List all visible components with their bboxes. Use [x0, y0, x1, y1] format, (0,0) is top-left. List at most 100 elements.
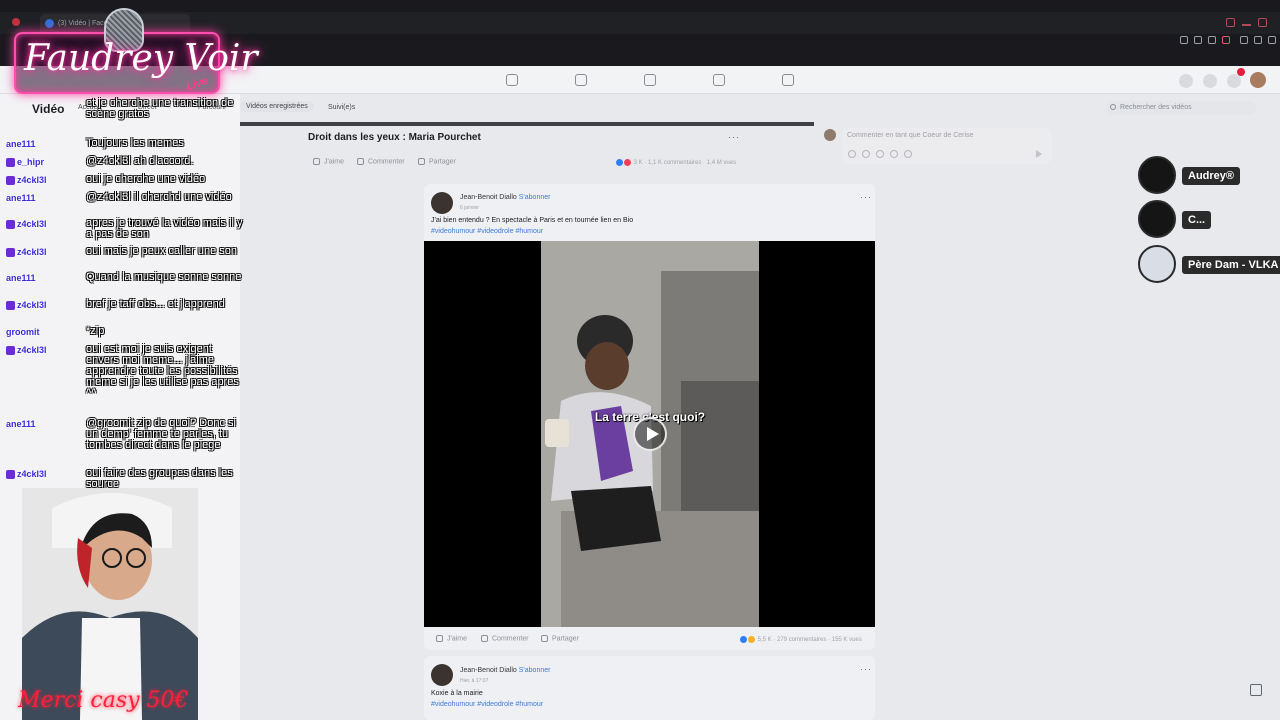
- facebook-favicon-icon: [45, 19, 54, 28]
- tab-strip: [0, 12, 1280, 34]
- minimize-icon[interactable]: [1242, 24, 1251, 26]
- subscribe-button[interactable]: S'abonner: [519, 194, 551, 201]
- chat-text: *zip: [86, 325, 105, 337]
- like-button[interactable]: J'aime: [436, 635, 467, 642]
- profile-avatar[interactable]: [1250, 72, 1266, 88]
- viewer-item: Audrey®: [1134, 156, 1280, 196]
- chat-message: z4ckl3l oui je cherche une vidéo: [0, 174, 250, 188]
- chat-text: @z4ckl3l ah d'accord.: [86, 155, 194, 167]
- groups-icon[interactable]: [713, 74, 725, 86]
- share-label: Partager: [429, 158, 456, 166]
- chat-text: @z4ckl3l il cherchd une vidéo: [86, 191, 232, 203]
- reaction-count: 5,5 K: [757, 637, 772, 644]
- more-options-icon[interactable]: ···: [728, 132, 740, 142]
- comment-placeholder: Commenter en tant que Coeur de Cerise: [847, 132, 974, 139]
- viewer-badge-icon: [6, 248, 15, 258]
- home-icon[interactable]: [506, 74, 518, 86]
- chat-text: Quand la musique sonne sonne: [86, 271, 242, 283]
- emoji-icon[interactable]: [862, 150, 870, 158]
- chat-username-text: z4ckl3l: [17, 300, 47, 310]
- chat-text: oui est moi je suis exigent envers moi m…: [86, 343, 239, 399]
- marketplace-icon[interactable]: [644, 74, 656, 86]
- heart-icon[interactable]: [1222, 36, 1230, 44]
- author-avatar[interactable]: [431, 664, 453, 686]
- chat-text: apres je trouvé la vidéo mais il y a pas…: [86, 217, 243, 240]
- subnav-suivis[interactable]: Suivi(e)s: [328, 104, 355, 111]
- comment-count[interactable]: 1,1 K commentaires: [648, 160, 701, 166]
- maximize-icon[interactable]: [1258, 18, 1267, 27]
- chat-message: ane111 @groomit zip de quoi? Donc si un d…: [0, 418, 250, 466]
- like-label: J'aime: [447, 635, 468, 643]
- post-more-icon[interactable]: ···: [860, 664, 872, 674]
- chat-message: e_hipr @z4ckl3l ah d'accord.: [0, 156, 250, 170]
- comment-button[interactable]: Commenter: [357, 158, 405, 165]
- play-extension-icon[interactable]: [1208, 36, 1216, 44]
- post-author[interactable]: Jean-Benoit Diallo S'abonner: [460, 667, 550, 674]
- chat-username: ane111: [6, 419, 36, 429]
- comment-count[interactable]: 279 commentaires: [777, 637, 826, 643]
- search-window-icon[interactable]: [1226, 18, 1235, 27]
- chat-text: bref je taff obs... et j'apprend: [86, 298, 225, 310]
- camera-icon[interactable]: [876, 150, 884, 158]
- chat-username-text: z4ckl3l: [17, 219, 47, 229]
- search-input[interactable]: Rechercher des vidéos: [1106, 101, 1256, 115]
- webcam-feed: [22, 488, 198, 720]
- author-name[interactable]: Jean-Benoit Diallo: [460, 194, 517, 201]
- menu-icon[interactable]: [1268, 36, 1276, 44]
- sticker-icon[interactable]: [848, 150, 856, 158]
- gaming-icon[interactable]: [782, 74, 794, 86]
- viewer-name: Père Dam - VLKA H: [1182, 256, 1280, 274]
- send-icon[interactable]: [1036, 150, 1042, 158]
- post-stats: 3 K · 1,1 K commentaires · 1,4 M vues: [616, 159, 736, 166]
- extension-icon[interactable]: [1194, 36, 1202, 44]
- video-progress-bar[interactable]: [240, 122, 814, 126]
- view-count: 155 K vues: [831, 637, 862, 644]
- subscribe-button[interactable]: S'abonner: [519, 667, 551, 674]
- viewer-avatar: [1138, 200, 1176, 238]
- play-icon[interactable]: [633, 417, 667, 451]
- chat-username-text: z4ckl3l: [17, 469, 47, 479]
- bookmark-icon[interactable]: [1240, 36, 1248, 44]
- extension-icon[interactable]: [1180, 36, 1188, 44]
- post-hashtags[interactable]: #videohumour #videodrole #humour: [431, 701, 543, 708]
- post-text: J'ai bien entendu ? En spectacle à Paris…: [431, 217, 634, 224]
- video-nav-icon[interactable]: [575, 74, 587, 86]
- post-author[interactable]: Jean-Benoit Diallo S'abonner: [460, 194, 550, 201]
- share-button[interactable]: Partager: [541, 635, 579, 642]
- chat-username: ane111: [6, 193, 36, 203]
- chat-username: z4ckl3l: [6, 219, 47, 230]
- apps-grid-icon[interactable]: [1179, 74, 1193, 88]
- chat-username-text: e_hipr: [17, 157, 45, 167]
- subnav-videos-enregistrees[interactable]: Vidéos enregistrées: [240, 101, 314, 112]
- post-date: 6 janvier: [460, 205, 479, 211]
- author-name[interactable]: Jean-Benoit Diallo: [460, 667, 517, 674]
- chat-username: z4ckl3l: [6, 247, 47, 258]
- chat-username: groomit: [6, 327, 40, 337]
- chat-message: z4ckl3l bref je taff obs... et j'apprend: [0, 299, 250, 323]
- download-icon[interactable]: [1254, 36, 1262, 44]
- viewer-badge-icon: [6, 301, 15, 311]
- comment-label: Commenter: [492, 635, 529, 643]
- feed-post: [424, 656, 875, 720]
- post-title: Droit dans les yeux : Maria Pourchet: [308, 132, 481, 143]
- sticker-alt-icon[interactable]: [904, 150, 912, 158]
- viewer-badge-icon: [6, 220, 15, 230]
- comment-button[interactable]: Commenter: [481, 635, 529, 642]
- notifications-icon[interactable]: [1227, 74, 1241, 88]
- compose-icon[interactable]: [1250, 684, 1262, 696]
- chat-text: oui mais je peux caller une son: [86, 245, 238, 257]
- chat-text: @groomit zip de quoi? Donc si un demp' f…: [86, 417, 236, 451]
- post-more-icon[interactable]: ···: [860, 192, 872, 202]
- chat-username: z4ckl3l: [6, 469, 47, 480]
- share-label: Partager: [552, 635, 579, 643]
- share-button[interactable]: Partager: [418, 158, 456, 165]
- chat-message: ane111 Toujours les memes: [0, 138, 250, 152]
- messenger-icon[interactable]: [1203, 74, 1217, 88]
- author-avatar[interactable]: [431, 192, 453, 214]
- gif-icon[interactable]: [890, 150, 898, 158]
- comment-label: Commenter: [368, 158, 405, 166]
- like-button[interactable]: J'aime: [313, 158, 344, 165]
- post-hashtags[interactable]: #videohumour #videodrole #humour: [431, 228, 543, 235]
- close-window-icon[interactable]: [12, 18, 20, 26]
- chat-message: z4ckl3l oui est moi je suis exigent enver…: [0, 344, 250, 414]
